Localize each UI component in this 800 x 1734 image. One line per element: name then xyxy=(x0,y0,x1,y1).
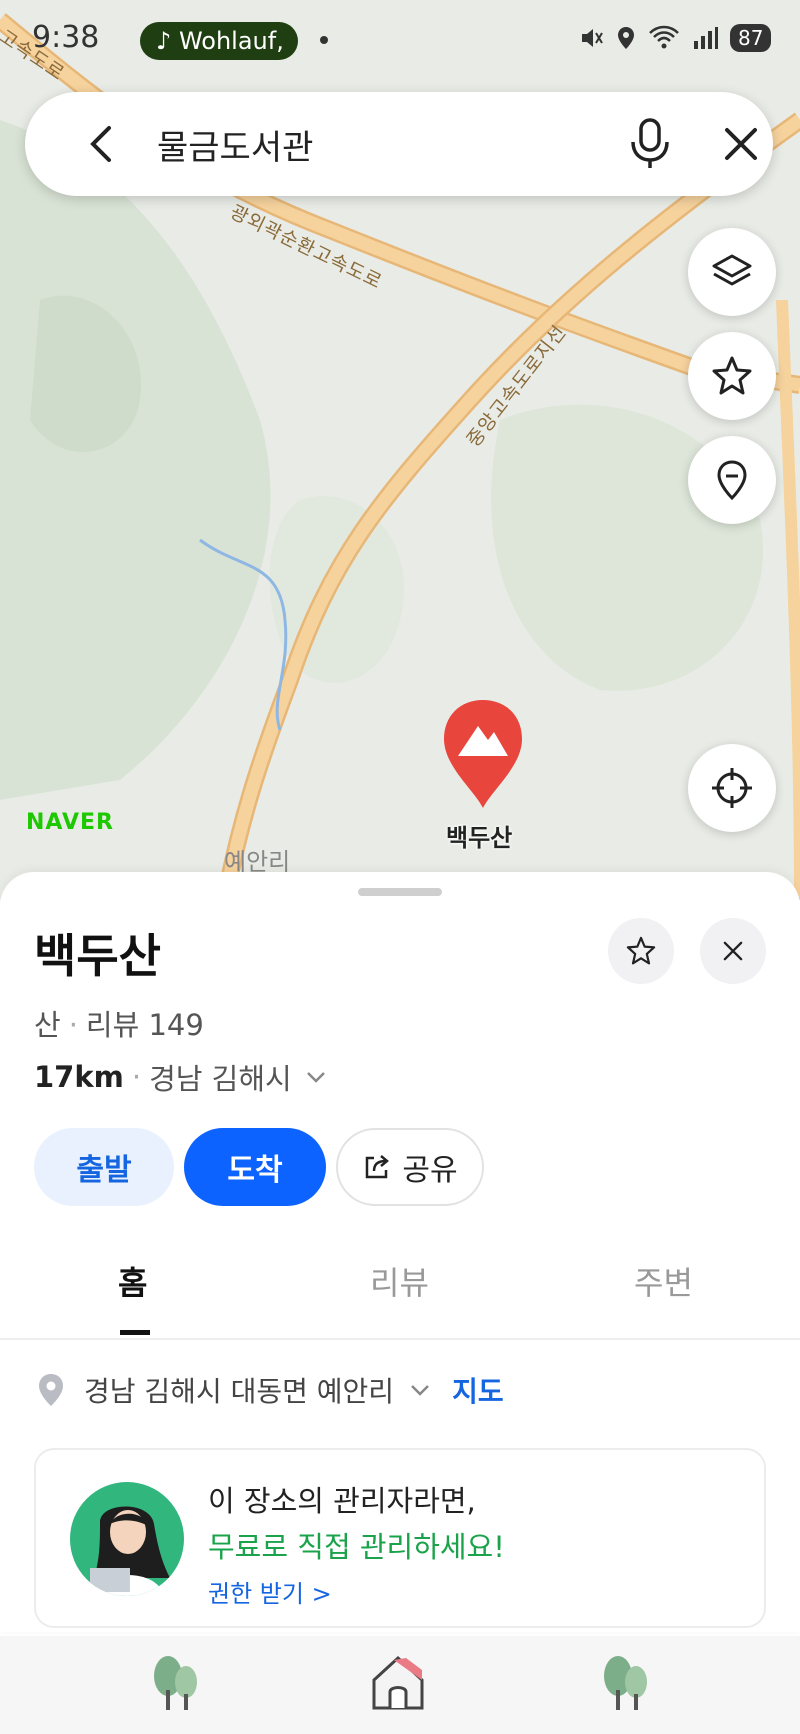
status-time: 9:38 xyxy=(32,20,100,55)
layers-button[interactable] xyxy=(688,228,776,316)
music-title: Wohlauf, xyxy=(178,27,284,55)
status-icons: 87 xyxy=(578,24,772,52)
crosshair-icon xyxy=(712,768,752,808)
favorites-button[interactable] xyxy=(688,332,776,420)
tab-nearby[interactable]: 주변 xyxy=(634,1258,693,1304)
place-info-sheet: 백두산 산 · 리뷰 149 17km · 경남 김해시 출발 도착 공유 홈 리뷰 주… xyxy=(0,872,800,1632)
close-sheet-button[interactable] xyxy=(700,918,766,984)
star-icon xyxy=(626,936,656,965)
save-place-button[interactable] xyxy=(608,918,674,984)
tab-home[interactable]: 홈 xyxy=(118,1258,147,1304)
trees-icon[interactable] xyxy=(594,1650,658,1714)
place-title: 백두산 xyxy=(34,929,161,983)
tab-reviews[interactable]: 리뷰 xyxy=(370,1258,429,1304)
bottom-navigation xyxy=(0,1636,800,1734)
search-query[interactable]: 물금도서관 xyxy=(157,120,313,169)
share-button[interactable]: 공유 xyxy=(336,1128,484,1206)
active-tab-indicator xyxy=(120,1330,150,1335)
music-chip[interactable]: ♪ Wohlauf, xyxy=(140,22,298,60)
arrive-label: 도착 xyxy=(227,1153,283,1188)
owner-claim-card[interactable]: 이 장소의 관리자라면, 무료로 직접 관리하세요! 권한 받기 > xyxy=(34,1448,766,1628)
place-category: 산 xyxy=(34,1008,61,1042)
share-label: 공유 xyxy=(402,1153,458,1188)
status-bar: 9:38 ♪ Wohlauf, 87 xyxy=(0,0,800,84)
distance: 17km xyxy=(34,1060,124,1094)
depart-button[interactable]: 출발 xyxy=(34,1128,174,1206)
owner-card-headline: 이 장소의 관리자라면, xyxy=(208,1484,476,1518)
address-text[interactable]: 경남 김해시 대동면 예안리 xyxy=(84,1370,394,1410)
star-icon xyxy=(712,356,752,395)
sheet-handle[interactable] xyxy=(358,888,442,896)
layers-icon xyxy=(712,254,752,286)
chevron-down-icon[interactable] xyxy=(406,1376,434,1404)
owner-avatar xyxy=(70,1482,184,1596)
place-tabs: 홈 리뷰 주변 xyxy=(0,1244,800,1340)
mountain-pin-icon[interactable] xyxy=(438,696,528,816)
my-places-button[interactable] xyxy=(688,436,776,524)
battery-indicator: 87 xyxy=(730,24,772,52)
region: 경남 김해시 xyxy=(149,1062,292,1096)
location-pin-icon xyxy=(39,1374,63,1406)
microphone-icon[interactable] xyxy=(625,116,675,172)
arrive-button[interactable]: 도착 xyxy=(184,1128,326,1206)
owner-card-subline: 무료로 직접 관리하세요! xyxy=(208,1530,505,1564)
address-row: 경남 김해시 대동면 예안리 지도 xyxy=(36,1370,504,1410)
notification-dot xyxy=(320,36,328,44)
close-icon xyxy=(723,941,743,961)
wifi-icon xyxy=(649,25,679,49)
depart-label: 출발 xyxy=(76,1153,132,1188)
signal-icon xyxy=(694,27,718,49)
close-icon[interactable] xyxy=(717,120,765,168)
review-count[interactable]: 리뷰 149 xyxy=(86,1008,204,1042)
house-icon[interactable] xyxy=(366,1650,430,1714)
pin-label: 백두산 xyxy=(446,824,513,852)
place-location[interactable]: 17km · 경남 김해시 xyxy=(34,1056,330,1098)
location-icon xyxy=(618,27,634,49)
claim-permission-link[interactable]: 권한 받기 > xyxy=(208,1574,332,1609)
back-arrow-icon[interactable] xyxy=(81,122,125,166)
map-link[interactable]: 지도 xyxy=(452,1370,504,1410)
search-bar[interactable]: 물금도서관 xyxy=(25,92,773,196)
mute-icon xyxy=(582,29,603,47)
location-pin-icon xyxy=(717,460,747,501)
place-meta: 산 · 리뷰 149 xyxy=(34,1008,204,1042)
trees-icon[interactable] xyxy=(144,1650,208,1714)
naver-logo: NAVER xyxy=(26,810,114,835)
person-illustration-icon xyxy=(90,1506,170,1596)
map-view[interactable]: 광외곽순환고속도로 중앙고속도로지선 고속도로 예안리 NAVER 백두산 9:… xyxy=(0,0,800,900)
current-location-button[interactable] xyxy=(688,744,776,832)
share-icon xyxy=(366,1155,390,1179)
chevron-down-icon xyxy=(306,1072,325,1083)
